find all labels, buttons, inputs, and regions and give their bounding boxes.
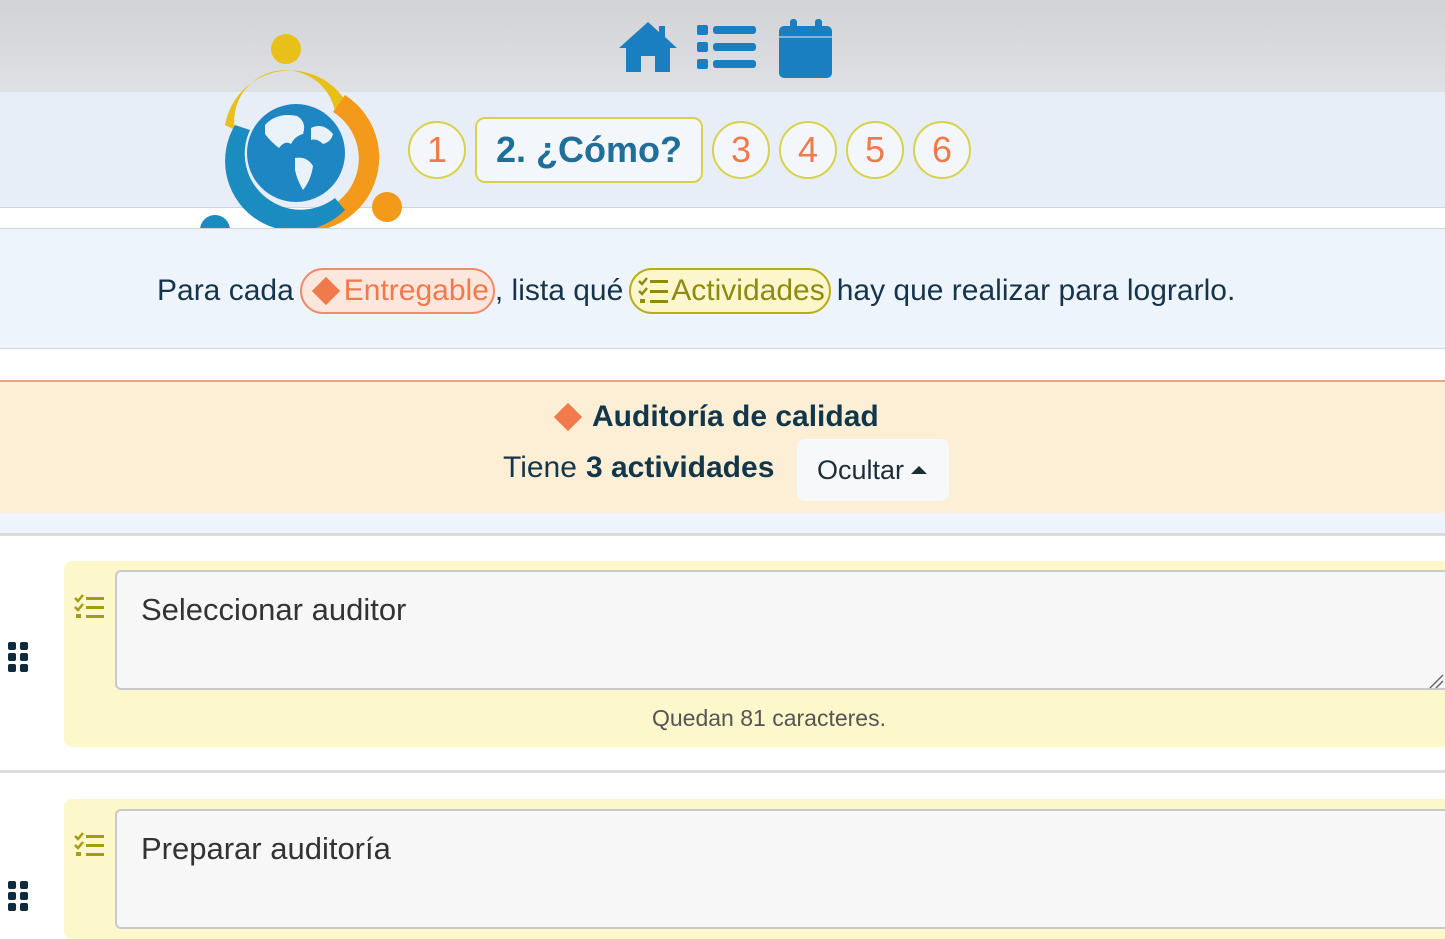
divider: [0, 770, 1445, 773]
globe-logo: [195, 30, 410, 255]
deliverable-title: Auditoría de calidad: [592, 400, 879, 433]
diamond-icon: [553, 402, 583, 432]
tiene-label: Tiene: [503, 451, 577, 484]
step-3[interactable]: 3: [712, 121, 770, 179]
instruction-prefix: Para cada: [157, 274, 294, 307]
caret-up-icon: [911, 466, 928, 474]
drag-handle-icon[interactable]: [8, 880, 30, 917]
activity-textarea[interactable]: Seleccionar auditor: [115, 570, 1445, 690]
divider: [0, 533, 1445, 536]
actividades-badge: Actividades: [629, 268, 831, 314]
step-4-label: 4: [797, 129, 819, 170]
instruction-middle: , lista qué: [494, 274, 624, 307]
calendar-icon[interactable]: [778, 18, 834, 85]
step-1-label: 1: [426, 129, 448, 170]
step-3-label: 3: [730, 129, 752, 170]
activity-text: Preparar auditoría: [141, 831, 391, 866]
step-6-label: 6: [931, 129, 953, 170]
step-2-label: 2. ¿Cómo?: [496, 129, 682, 170]
step-5-label: 5: [864, 129, 886, 170]
instruction-suffix: hay que realizar para lograrlo.: [836, 274, 1236, 307]
activity-textarea[interactable]: Preparar auditoría: [115, 809, 1445, 929]
step-4[interactable]: 4: [779, 121, 837, 179]
checklist-icon: [74, 831, 106, 864]
activity-count: 3 actividades: [585, 451, 775, 484]
checklist-icon: [638, 277, 669, 303]
deliverable-summary: Tiene 3 actividades: [503, 448, 774, 488]
step-1[interactable]: 1: [408, 121, 466, 179]
deliverable-heading: Auditoría de calidad: [550, 398, 879, 436]
activity-text: Seleccionar auditor: [141, 592, 407, 627]
step-6[interactable]: 6: [913, 121, 971, 179]
home-icon[interactable]: [617, 18, 679, 81]
resize-handle-icon[interactable]: [1428, 673, 1444, 694]
actividades-label: Actividades: [671, 274, 825, 307]
entregable-badge: Entregable: [299, 268, 495, 314]
hide-button-label: Ocultar: [816, 454, 905, 485]
step-5[interactable]: 5: [846, 121, 904, 179]
list-icon[interactable]: [696, 18, 758, 81]
diamond-icon: [311, 276, 340, 306]
entregable-label: Entregable: [343, 274, 489, 307]
spacer: [0, 513, 1445, 533]
remaining-characters: Quedan 81 caracteres.: [652, 705, 886, 731]
checklist-icon: [74, 593, 106, 626]
hide-button[interactable]: Ocultar: [797, 439, 949, 501]
step-2-active[interactable]: 2. ¿Cómo?: [475, 117, 703, 183]
instruction-text: Para cada Entregable , lista qué Activid…: [157, 266, 1235, 316]
drag-handle-icon[interactable]: [8, 641, 30, 678]
